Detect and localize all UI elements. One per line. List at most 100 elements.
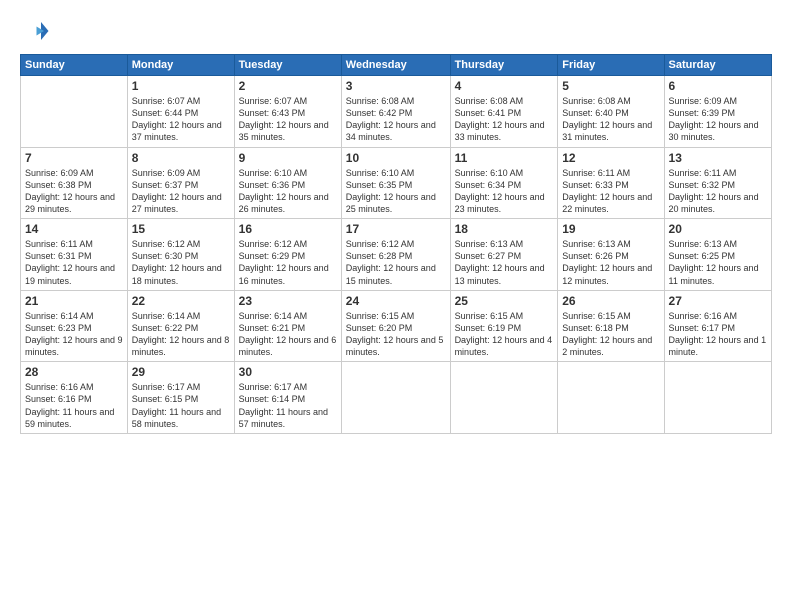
calendar-cell xyxy=(21,76,128,148)
day-number: 14 xyxy=(25,222,123,236)
weekday-header: Wednesday xyxy=(341,55,450,76)
day-number: 29 xyxy=(132,365,230,379)
calendar-table: SundayMondayTuesdayWednesdayThursdayFrid… xyxy=(20,54,772,434)
day-info: Sunrise: 6:09 AMSunset: 6:39 PMDaylight:… xyxy=(669,95,767,144)
day-info: Sunrise: 6:14 AMSunset: 6:23 PMDaylight:… xyxy=(25,310,123,359)
day-info: Sunrise: 6:12 AMSunset: 6:30 PMDaylight:… xyxy=(132,238,230,287)
day-info: Sunrise: 6:10 AMSunset: 6:35 PMDaylight:… xyxy=(346,167,446,216)
calendar-cell: 12 Sunrise: 6:11 AMSunset: 6:33 PMDayligh… xyxy=(558,147,664,219)
day-info: Sunrise: 6:14 AMSunset: 6:21 PMDaylight:… xyxy=(239,310,337,359)
day-info: Sunrise: 6:07 AMSunset: 6:44 PMDaylight:… xyxy=(132,95,230,144)
calendar-cell xyxy=(450,362,558,434)
calendar-cell: 22 Sunrise: 6:14 AMSunset: 6:22 PMDayligh… xyxy=(127,290,234,362)
calendar-cell xyxy=(664,362,771,434)
calendar-cell: 7 Sunrise: 6:09 AMSunset: 6:38 PMDaylight… xyxy=(21,147,128,219)
calendar-cell: 18 Sunrise: 6:13 AMSunset: 6:27 PMDayligh… xyxy=(450,219,558,291)
day-number: 13 xyxy=(669,151,767,165)
day-number: 24 xyxy=(346,294,446,308)
calendar-cell: 28 Sunrise: 6:16 AMSunset: 6:16 PMDayligh… xyxy=(21,362,128,434)
day-number: 27 xyxy=(669,294,767,308)
day-info: Sunrise: 6:07 AMSunset: 6:43 PMDaylight:… xyxy=(239,95,337,144)
calendar-cell: 6 Sunrise: 6:09 AMSunset: 6:39 PMDaylight… xyxy=(664,76,771,148)
day-info: Sunrise: 6:17 AMSunset: 6:15 PMDaylight:… xyxy=(132,381,230,430)
weekday-header: Monday xyxy=(127,55,234,76)
logo-icon xyxy=(20,16,50,46)
calendar-cell xyxy=(341,362,450,434)
day-number: 11 xyxy=(455,151,554,165)
day-info: Sunrise: 6:14 AMSunset: 6:22 PMDaylight:… xyxy=(132,310,230,359)
day-number: 15 xyxy=(132,222,230,236)
calendar-cell: 4 Sunrise: 6:08 AMSunset: 6:41 PMDaylight… xyxy=(450,76,558,148)
day-info: Sunrise: 6:12 AMSunset: 6:29 PMDaylight:… xyxy=(239,238,337,287)
calendar-cell: 13 Sunrise: 6:11 AMSunset: 6:32 PMDayligh… xyxy=(664,147,771,219)
weekday-header-row: SundayMondayTuesdayWednesdayThursdayFrid… xyxy=(21,55,772,76)
calendar-week-row: 21 Sunrise: 6:14 AMSunset: 6:23 PMDayligh… xyxy=(21,290,772,362)
calendar-cell: 25 Sunrise: 6:15 AMSunset: 6:19 PMDayligh… xyxy=(450,290,558,362)
weekday-header: Thursday xyxy=(450,55,558,76)
calendar-cell: 23 Sunrise: 6:14 AMSunset: 6:21 PMDayligh… xyxy=(234,290,341,362)
day-info: Sunrise: 6:17 AMSunset: 6:14 PMDaylight:… xyxy=(239,381,337,430)
day-info: Sunrise: 6:13 AMSunset: 6:27 PMDaylight:… xyxy=(455,238,554,287)
day-number: 18 xyxy=(455,222,554,236)
calendar-cell: 17 Sunrise: 6:12 AMSunset: 6:28 PMDayligh… xyxy=(341,219,450,291)
day-number: 5 xyxy=(562,79,659,93)
calendar-week-row: 1 Sunrise: 6:07 AMSunset: 6:44 PMDaylight… xyxy=(21,76,772,148)
day-info: Sunrise: 6:16 AMSunset: 6:16 PMDaylight:… xyxy=(25,381,123,430)
calendar-cell: 16 Sunrise: 6:12 AMSunset: 6:29 PMDayligh… xyxy=(234,219,341,291)
day-info: Sunrise: 6:09 AMSunset: 6:37 PMDaylight:… xyxy=(132,167,230,216)
calendar-cell: 29 Sunrise: 6:17 AMSunset: 6:15 PMDayligh… xyxy=(127,362,234,434)
day-info: Sunrise: 6:12 AMSunset: 6:28 PMDaylight:… xyxy=(346,238,446,287)
day-info: Sunrise: 6:16 AMSunset: 6:17 PMDaylight:… xyxy=(669,310,767,359)
calendar-cell: 11 Sunrise: 6:10 AMSunset: 6:34 PMDayligh… xyxy=(450,147,558,219)
day-info: Sunrise: 6:11 AMSunset: 6:32 PMDaylight:… xyxy=(669,167,767,216)
calendar-cell: 9 Sunrise: 6:10 AMSunset: 6:36 PMDaylight… xyxy=(234,147,341,219)
day-number: 12 xyxy=(562,151,659,165)
day-number: 10 xyxy=(346,151,446,165)
calendar-cell: 20Sunrise: 6:13 AMSunset: 6:25 PMDayligh… xyxy=(664,219,771,291)
calendar-cell: 21 Sunrise: 6:14 AMSunset: 6:23 PMDayligh… xyxy=(21,290,128,362)
day-number: 3 xyxy=(346,79,446,93)
day-number: 30 xyxy=(239,365,337,379)
header xyxy=(20,16,772,46)
day-info: Sunrise: 6:11 AMSunset: 6:33 PMDaylight:… xyxy=(562,167,659,216)
day-info: Sunrise: 6:15 AMSunset: 6:18 PMDaylight:… xyxy=(562,310,659,359)
calendar-cell: 1 Sunrise: 6:07 AMSunset: 6:44 PMDaylight… xyxy=(127,76,234,148)
day-info: Sunrise: 6:09 AMSunset: 6:38 PMDaylight:… xyxy=(25,167,123,216)
day-number: 21 xyxy=(25,294,123,308)
calendar-cell: 5Sunrise: 6:08 AMSunset: 6:40 PMDaylight… xyxy=(558,76,664,148)
day-info: Sunrise: 6:13 AMSunset: 6:25 PMDaylight:… xyxy=(669,238,767,287)
day-number: 1 xyxy=(132,79,230,93)
day-number: 4 xyxy=(455,79,554,93)
calendar-week-row: 7 Sunrise: 6:09 AMSunset: 6:38 PMDaylight… xyxy=(21,147,772,219)
calendar-cell: 2Sunrise: 6:07 AMSunset: 6:43 PMDaylight… xyxy=(234,76,341,148)
calendar-cell: 27 Sunrise: 6:16 AMSunset: 6:17 PMDayligh… xyxy=(664,290,771,362)
day-number: 28 xyxy=(25,365,123,379)
day-info: Sunrise: 6:15 AMSunset: 6:19 PMDaylight:… xyxy=(455,310,554,359)
day-info: Sunrise: 6:10 AMSunset: 6:36 PMDaylight:… xyxy=(239,167,337,216)
calendar-cell: 26Sunrise: 6:15 AMSunset: 6:18 PMDayligh… xyxy=(558,290,664,362)
day-number: 17 xyxy=(346,222,446,236)
calendar-cell: 14 Sunrise: 6:11 AMSunset: 6:31 PMDayligh… xyxy=(21,219,128,291)
calendar-week-row: 14 Sunrise: 6:11 AMSunset: 6:31 PMDayligh… xyxy=(21,219,772,291)
calendar-cell: 8 Sunrise: 6:09 AMSunset: 6:37 PMDaylight… xyxy=(127,147,234,219)
calendar-cell: 30 Sunrise: 6:17 AMSunset: 6:14 PMDayligh… xyxy=(234,362,341,434)
day-info: Sunrise: 6:13 AMSunset: 6:26 PMDaylight:… xyxy=(562,238,659,287)
weekday-header: Friday xyxy=(558,55,664,76)
day-number: 9 xyxy=(239,151,337,165)
calendar-cell: 10 Sunrise: 6:10 AMSunset: 6:35 PMDayligh… xyxy=(341,147,450,219)
day-number: 16 xyxy=(239,222,337,236)
day-number: 7 xyxy=(25,151,123,165)
day-info: Sunrise: 6:11 AMSunset: 6:31 PMDaylight:… xyxy=(25,238,123,287)
day-number: 25 xyxy=(455,294,554,308)
day-info: Sunrise: 6:10 AMSunset: 6:34 PMDaylight:… xyxy=(455,167,554,216)
day-info: Sunrise: 6:15 AMSunset: 6:20 PMDaylight:… xyxy=(346,310,446,359)
calendar-cell: 15 Sunrise: 6:12 AMSunset: 6:30 PMDayligh… xyxy=(127,219,234,291)
calendar-week-row: 28 Sunrise: 6:16 AMSunset: 6:16 PMDayligh… xyxy=(21,362,772,434)
day-info: Sunrise: 6:08 AMSunset: 6:42 PMDaylight:… xyxy=(346,95,446,144)
day-number: 8 xyxy=(132,151,230,165)
day-number: 22 xyxy=(132,294,230,308)
day-number: 6 xyxy=(669,79,767,93)
day-info: Sunrise: 6:08 AMSunset: 6:41 PMDaylight:… xyxy=(455,95,554,144)
day-number: 23 xyxy=(239,294,337,308)
page: SundayMondayTuesdayWednesdayThursdayFrid… xyxy=(0,0,792,612)
